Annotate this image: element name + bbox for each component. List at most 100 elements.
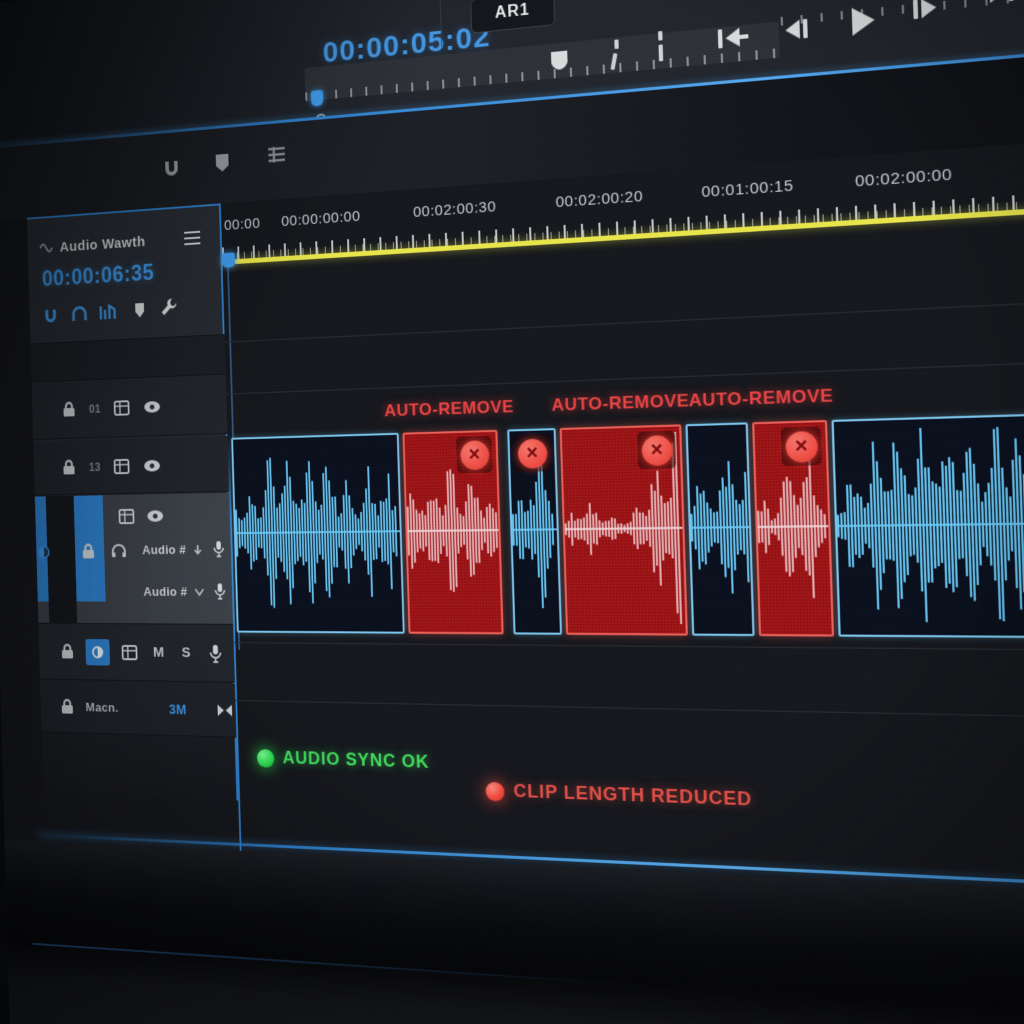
waveform-graphic <box>834 412 1024 632</box>
waveform-graphic <box>233 435 403 628</box>
lock-icon[interactable] <box>62 401 75 417</box>
play-button[interactable] <box>852 6 876 36</box>
bezel-reflection-line <box>32 943 629 986</box>
warning-status-dot <box>485 782 504 802</box>
audio-waveform-clip[interactable]: × <box>507 428 562 635</box>
track-number: 01 <box>89 402 101 416</box>
clip-length-warning-label: CLIP LENGTH REDUCED <box>513 781 752 811</box>
chevron-down-icon[interactable] <box>193 544 202 556</box>
ruler-timecode-label: 00:01:00:15 <box>701 177 794 201</box>
ok-status-dot <box>257 749 275 768</box>
remove-badge[interactable]: × <box>781 427 822 466</box>
master-track-label: Macn. <box>85 700 118 715</box>
snap-icon[interactable] <box>162 159 180 178</box>
mic-icon[interactable] <box>213 540 225 557</box>
bowtie-icon[interactable] <box>216 703 233 717</box>
audio-waveform-clip[interactable] <box>831 410 1024 639</box>
removed-clip[interactable]: × <box>560 424 688 635</box>
shield-icon[interactable] <box>549 48 570 72</box>
master-value: 3M <box>169 701 187 717</box>
x-glyph: × <box>650 439 663 460</box>
waveform-graphic <box>688 425 753 630</box>
ruler-timecode-label: 00:02:00:00 <box>855 166 953 191</box>
wave-icon <box>39 242 53 254</box>
ruler-timecode-label: 00:02:00:20 <box>555 188 643 212</box>
audio-waveform-clip[interactable] <box>231 433 405 634</box>
hamburger-menu-icon[interactable] <box>184 231 200 245</box>
preset-dropdown[interactable]: AR1 <box>470 0 555 34</box>
track-row-master: Macn. 3M <box>40 680 236 737</box>
audio-track-label: Audio # <box>143 584 187 598</box>
remove-badge[interactable]: × <box>513 434 550 472</box>
half-circle-icon[interactable] <box>38 546 50 559</box>
source-timecode[interactable]: 00:00:06:35 <box>42 260 155 292</box>
track-row-v2: 01 <box>32 374 228 440</box>
x-circle-icon: × <box>460 440 489 470</box>
timeline-area: 00:00 00:00:00:00 00:02:00:30 00:02:00:20 00… <box>221 133 1024 896</box>
playhead-handle[interactable] <box>222 252 235 267</box>
track-lane-divider <box>225 296 1024 342</box>
x-circle-icon: × <box>641 435 672 466</box>
track-grid-icon[interactable] <box>118 509 134 524</box>
mute-button[interactable]: M <box>153 644 164 660</box>
ruler-timecode-label: 00:00:00:00 <box>281 208 361 230</box>
auto-remove-label: AUTO-REMOVE <box>384 397 514 421</box>
chevron-icon[interactable] <box>194 588 204 597</box>
x-circle-icon: × <box>517 438 547 468</box>
step-forward-button[interactable] <box>913 0 937 19</box>
pin-icon[interactable] <box>133 302 146 319</box>
solo-button[interactable]: S <box>181 645 190 661</box>
step-back-button[interactable] <box>785 19 808 40</box>
marker-icon[interactable] <box>214 153 231 174</box>
monitor-surface: 00:00:05:02 AR1 <box>0 0 1024 1024</box>
audio-clip-lane: × × × × <box>228 410 1024 639</box>
mic-icon[interactable] <box>214 582 226 599</box>
track-column <box>46 496 78 624</box>
mini-playhead-marker[interactable] <box>311 90 324 107</box>
remove-badge[interactable]: × <box>456 436 493 473</box>
lock-icon[interactable] <box>61 698 74 714</box>
track-row-mix: M S <box>38 624 234 683</box>
mini-ruler-ticks <box>781 0 1024 26</box>
removed-clip[interactable]: × <box>752 420 834 637</box>
go-to-start-button[interactable] <box>718 27 749 49</box>
snap-icon[interactable] <box>43 307 59 325</box>
sync-ok-label: AUDIO SYNC OK <box>282 748 429 773</box>
steps-icon[interactable] <box>99 304 117 322</box>
auto-remove-label: AUTO-REMOVE <box>688 385 833 411</box>
remove-badge[interactable]: × <box>637 431 676 469</box>
auto-remove-label: AUTO-REMOVE <box>551 391 689 416</box>
grid-icon[interactable] <box>266 144 287 165</box>
eye-icon[interactable] <box>143 458 161 472</box>
headphones-icon[interactable] <box>111 543 127 558</box>
ruler-timecode-label: 00:00 <box>224 215 261 234</box>
timeline-panel: Audio Wawth 00:00:06:35 <box>0 133 1024 896</box>
panel-title: Audio Wawth <box>59 234 145 256</box>
x-glyph: × <box>794 435 808 457</box>
speaker-toggle[interactable] <box>85 639 110 666</box>
status-indicators: AUDIO SYNC OK CLIP LENGTH REDUCED <box>235 704 1024 860</box>
x-circle-icon: × <box>785 430 818 462</box>
x-glyph: × <box>468 444 480 464</box>
arc-icon[interactable] <box>72 305 88 323</box>
track-grid-icon[interactable] <box>114 400 130 416</box>
ruler-timecode-label: 00:02:00:30 <box>413 198 497 221</box>
track-number: 13 <box>89 460 101 473</box>
eye-icon[interactable] <box>143 399 161 413</box>
audio-track-label: Audio # <box>142 542 186 557</box>
track-lane-divider <box>234 642 1024 651</box>
track-row-v1: 13 <box>33 436 229 496</box>
audio-waveform-clip[interactable] <box>685 422 754 636</box>
editor-screen: 00:00:05:02 AR1 <box>0 0 1024 1024</box>
lock-icon[interactable] <box>61 643 74 659</box>
track-header-sidebar: Audio Wawth 00:00:06:35 <box>27 203 238 800</box>
lock-icon[interactable] <box>82 543 95 559</box>
wrench-icon[interactable] <box>159 296 179 318</box>
removed-clip[interactable]: × <box>402 430 503 635</box>
mic-icon[interactable] <box>208 643 222 662</box>
track-grid-icon[interactable] <box>114 458 130 473</box>
eye-icon[interactable] <box>146 509 164 523</box>
x-glyph: × <box>526 442 538 463</box>
lock-icon[interactable] <box>62 459 75 475</box>
track-grid-icon[interactable] <box>122 644 138 659</box>
